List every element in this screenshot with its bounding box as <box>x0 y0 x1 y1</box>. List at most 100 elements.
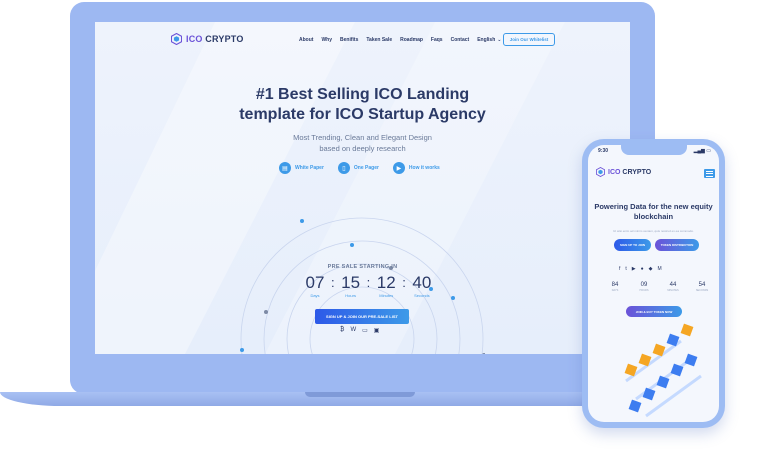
hero-title-line2: template for ICO Startup Agency <box>239 106 486 123</box>
sign-up-button[interactable]: SIGN UP TO JOIN <box>614 239 651 251</box>
medium-icon[interactable]: M <box>658 266 662 272</box>
hero-subtitle-line2: based on deeply research <box>319 144 406 153</box>
phone-description: Ut wisi enim ad minim veniam, quis nostr… <box>613 229 694 233</box>
laptop-screen: ICO CRYPTO About Why Benifits Taken Sale… <box>95 22 630 354</box>
countdown-seconds-label: Seconds <box>414 293 430 298</box>
bitbucket-icon[interactable]: ◆ <box>649 266 653 272</box>
phone-screen: 9:30 ▂▄▆ ▭ ICO CRYPTO Powering Data for … <box>588 145 719 422</box>
one-pager-label: One Pager <box>353 165 379 171</box>
countdown-hours-label: Hours <box>345 293 356 298</box>
countdown-days-value: 07 <box>305 273 325 292</box>
phone-hero-title: Powering Data for the new equity blockch… <box>588 202 719 222</box>
phone-countdown-value: 54 <box>698 282 706 288</box>
block-cubes <box>624 323 698 413</box>
countdown-hours: 15 Hours <box>339 273 363 298</box>
language-selector[interactable]: English ⌄ <box>477 37 501 43</box>
countdown-days-label: Days <box>310 293 320 298</box>
nav-item-taken-sale[interactable]: Taken Sale <box>366 37 392 43</box>
how-it-works-link[interactable]: ▶ How it works <box>392 162 440 174</box>
phone-countdown-value: 84 <box>611 282 619 288</box>
phone-countdown: 84 DAYS 09 HOURS 44 MINUTES 54 SECONDS <box>604 282 713 292</box>
phone-countdown-seconds: 54 SECONDS <box>691 282 713 292</box>
countdown-minutes-label: Minutes <box>379 293 394 298</box>
phone-countdown-value: 09 <box>640 282 648 288</box>
hero-subtitle: Most Trending, Clean and Elegant Design … <box>95 132 630 154</box>
wallet-icon: W <box>350 327 357 333</box>
site-header: ICO CRYPTO About Why Benifits Taken Sale… <box>95 22 630 58</box>
card-alt-icon: ▣ <box>373 328 380 334</box>
bitcoin-icon: ₿ <box>340 327 345 333</box>
countdown-separator: : <box>402 275 406 290</box>
language-label: English <box>477 37 496 43</box>
phone-countdown-label: HOURS <box>639 289 649 292</box>
white-paper-label: White Paper <box>295 165 324 171</box>
nav-item-contact[interactable]: Contact <box>451 37 470 43</box>
play-icon: ▶ <box>392 162 405 174</box>
one-pager-link[interactable]: ▯ One Pager <box>337 162 379 174</box>
nav-item-faqs[interactable]: Faqs <box>431 37 443 43</box>
countdown-hours-value: 15 <box>341 273 361 292</box>
nav-menu: About Why Benifits Taken Sale Roadmap Fa… <box>299 37 501 43</box>
status-time: 9:30 <box>598 148 609 154</box>
how-it-works-label: How it works <box>408 165 440 171</box>
join-whitelist-button[interactable]: Join Our Whitelist <box>503 33 555 46</box>
twitter-icon[interactable]: t <box>625 266 626 272</box>
status-bar: 9:30 ▂▄▆ ▭ <box>588 147 719 157</box>
orbit-dot <box>264 310 268 314</box>
hexagon-logo-icon <box>171 33 182 45</box>
youtube-icon[interactable]: ▶ <box>632 266 636 272</box>
social-icons: f t ▶ ● ◆ M <box>619 266 662 272</box>
phone-title-line2: blockchain <box>633 212 674 221</box>
countdown-days: 07 Days <box>303 273 327 298</box>
logo-text: ICO CRYPTO <box>186 34 244 44</box>
phone-countdown-hours: 09 HOURS <box>633 282 655 292</box>
facebook-icon[interactable]: f <box>619 266 620 272</box>
token-distribution-button[interactable]: TOKEN DISTRIBUTION <box>655 239 699 251</box>
phone-title-line1: Powering Data for the new equity <box>594 202 713 211</box>
signal-battery-icon: ▂▄▆ ▭ <box>693 148 711 154</box>
presale-signup-button[interactable]: SIGN UP & JOIN OUR PRE-SALE LIST <box>315 309 409 324</box>
countdown-seconds-value: 40 <box>412 273 432 292</box>
phone-countdown-label: SECONDS <box>695 289 709 292</box>
phone-logo[interactable]: ICO CRYPTO <box>596 167 651 177</box>
stage: ICO CRYPTO About Why Benifits Taken Sale… <box>0 0 768 473</box>
phone-countdown-minutes: 44 MINUTES <box>662 282 684 292</box>
hero-title: #1 Best Selling ICO Landing template for… <box>95 85 630 125</box>
site-logo[interactable]: ICO CRYPTO <box>171 33 244 45</box>
nav-item-about[interactable]: About <box>299 37 313 43</box>
card-icon: ▭ <box>362 328 368 334</box>
phone-buttons: SIGN UP TO JOIN TOKEN DISTRIBUTION <box>614 239 699 251</box>
phone-countdown-value: 44 <box>669 282 677 288</box>
github-icon[interactable]: ● <box>641 266 644 272</box>
phone-logo-text: ICO CRYPTO <box>608 168 652 176</box>
chevron-down-icon: ⌄ <box>497 37 502 43</box>
countdown-minutes: 12 Minutes <box>374 273 398 298</box>
countdown-minutes-value: 12 <box>376 273 396 292</box>
white-paper-link[interactable]: ▤ White Paper <box>279 162 324 174</box>
countdown-label: PRE SALE STARTING IN <box>327 264 398 270</box>
payment-icons: ₿ W ▭ ▣ <box>340 327 379 334</box>
hero-links: ▤ White Paper ▯ One Pager ▶ How it works <box>279 162 440 174</box>
buy-token-button[interactable]: JOIN & BUY TOKEN NOW <box>626 306 682 317</box>
document-icon: ▤ <box>279 162 291 174</box>
hero-title-line1: #1 Best Selling ICO Landing <box>255 86 470 103</box>
orbit-dot <box>240 348 244 352</box>
hexagon-logo-icon <box>596 167 605 177</box>
countdown-separator: : <box>366 275 371 290</box>
nav-item-roadmap[interactable]: Roadmap <box>400 37 423 43</box>
phone-countdown-label: MINUTES <box>667 289 679 292</box>
orbit-dot <box>451 296 455 300</box>
countdown-timer: 07 Days : 15 Hours : 12 Minutes : 40 Sec… <box>303 273 434 298</box>
hamburger-menu-icon[interactable] <box>704 169 715 178</box>
orbit-dot <box>350 243 354 247</box>
countdown-separator: : <box>331 275 335 290</box>
nav-item-benifits[interactable]: Benifits <box>340 37 358 43</box>
hero-subtitle-line1: Most Trending, Clean and Elegant Design <box>293 133 432 142</box>
laptop-notch <box>305 392 415 397</box>
nav-item-why[interactable]: Why <box>321 37 332 43</box>
page-icon: ▯ <box>337 162 350 174</box>
phone-device: 9:30 ▂▄▆ ▭ ICO CRYPTO Powering Data for … <box>582 139 725 428</box>
phone-countdown-days: 84 DAYS <box>604 282 626 292</box>
orbit-dot <box>300 219 304 223</box>
countdown-seconds: 40 Seconds <box>410 273 434 298</box>
